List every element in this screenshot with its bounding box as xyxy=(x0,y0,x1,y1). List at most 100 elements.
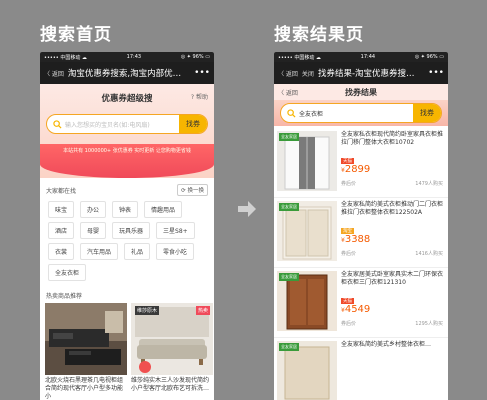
search-hero: 全友衣柜 找券 xyxy=(274,100,448,126)
results-list: 全友家居 全友家私衣柜现代简约卧室家具衣柜推拉门移门整体大衣柜10702 天猫 … xyxy=(274,126,448,400)
sales-count: 1295人购买 xyxy=(415,321,443,327)
search-results-screen: ••••• 中国移动 ☁ 17:44 ◎ ✦ 96% ▭ 〈 返回 关闭 找券结… xyxy=(274,52,448,400)
search-tag[interactable]: 全友衣柜 xyxy=(48,264,87,281)
hot-products-label: 热卖商品推荐 xyxy=(46,293,83,300)
search-tag[interactable]: 礼品 xyxy=(124,243,151,260)
result-title: 全友家私衣柜现代简约卧室家具衣柜推拉门移门整体大衣柜10702 xyxy=(341,131,444,146)
left-heading: 搜索首页 xyxy=(40,25,112,45)
product-grid: 北欧火烧石黑理茶几电视柜组合简约现代客厅小户型多功能小 维莎原木 热卖 维莎纯实… xyxy=(40,303,214,400)
search-tag[interactable]: 玩具乐器 xyxy=(112,222,151,239)
result-item[interactable]: 全友家居 全友家私简约美式乡村整体衣柜… xyxy=(274,338,448,400)
product-card[interactable]: 北欧火烧石黑理茶几电视柜组合简约现代客厅小户型多功能小 xyxy=(45,303,127,400)
product-card[interactable]: 维莎原木 热卖 维莎纯实木三人沙发现代简约小户型客厅北欧布艺可拆洗… xyxy=(131,303,213,400)
sales-count: 1416人购买 xyxy=(415,251,443,257)
product-image: 全友家居 xyxy=(277,201,337,261)
result-meta: 券后价 1295人购买 xyxy=(341,320,443,327)
result-info: 全友家居美式卧室家具实木二门环保衣柜衣柜三门衣柜121310 天猫 ¥4549 … xyxy=(337,271,445,334)
tv-cabinet-illustration xyxy=(45,303,127,375)
carrier-text: ••••• 中国移动 ☁ xyxy=(44,54,87,61)
search-tag[interactable]: 衣裳 xyxy=(48,243,75,260)
help-link[interactable]: ? 帮助 xyxy=(191,92,208,101)
result-title: 全友家私简约美式衣柜推动门二门衣柜推拉门衣柜整体衣柜122502A xyxy=(341,201,444,216)
search-tag[interactable]: 汽车用品 xyxy=(80,243,119,260)
product-image: 全友家居 xyxy=(277,271,337,331)
right-heading: 搜索结果页 xyxy=(274,25,364,45)
result-meta: 券后价 1416人购买 xyxy=(341,250,443,257)
status-bar: ••••• 中国移动 ☁ 17:43 ◎ ✦ 96% ▭ xyxy=(40,52,214,62)
search-icon xyxy=(287,108,296,118)
search-tag[interactable]: 味宝 xyxy=(48,201,75,218)
carrier-text: ••••• 中国移动 ☁ xyxy=(278,54,321,61)
result-price: ¥4549 xyxy=(341,304,371,315)
stats-text: 本站共有 1000000+ 张优惠券 实时更新 让您购物更省钱 xyxy=(63,148,191,154)
search-tag[interactable]: 三星S8+ xyxy=(156,222,195,239)
back-button[interactable]: 〈 返回 xyxy=(278,69,298,78)
brand-badge: 维莎原木 xyxy=(135,306,160,315)
product-description: 维莎纯实木三人沙发现代简约小户型客厅北欧布艺可拆洗… xyxy=(131,377,210,392)
coupon-label: 券后价 xyxy=(341,181,357,187)
search-tag[interactable]: 钟表 xyxy=(112,201,139,218)
search-tag[interactable]: 办公 xyxy=(80,201,107,218)
coupon-label: 券后价 xyxy=(341,321,357,327)
price-value: 4549 xyxy=(344,304,371,315)
price-value: 3388 xyxy=(344,234,371,245)
results-topbar: 〈 返回 找券结果 xyxy=(274,84,448,100)
result-item[interactable]: 全友家居 全友家居美式卧室家具实木二门环保衣柜衣柜三门衣柜121310 天猫 ¥… xyxy=(274,268,448,338)
result-title: 全友家私简约美式乡村整体衣柜… xyxy=(341,341,432,348)
result-title: 全友家居美式卧室家具实木二门环保衣柜衣柜三门衣柜121310 xyxy=(341,271,444,286)
nav-bar: 〈 返回 淘宝优惠券搜索,淘宝内部优… ••• xyxy=(40,62,214,84)
back-button[interactable]: 〈 返回 xyxy=(44,69,64,78)
more-menu-icon[interactable]: ••• xyxy=(428,68,444,78)
coupon-label: 券后价 xyxy=(341,251,357,257)
search-box: 输入您想买的宝贝名(如:电风扇) 找券 xyxy=(46,114,208,134)
search-input[interactable]: 全友衣柜 xyxy=(299,109,413,118)
battery-text: ◎ ✦ 96% ▭ xyxy=(180,54,210,60)
search-home-screen: ••••• 中国移动 ☁ 17:43 ◎ ✦ 96% ▭ 〈 返回 淘宝优惠券搜… xyxy=(40,52,214,400)
search-tag[interactable]: 零食小吃 xyxy=(156,243,195,260)
hot-badge: 热卖 xyxy=(195,306,210,315)
battery-text: ◎ ✦ 96% ▭ xyxy=(414,54,444,60)
nav-title: 淘宝优惠券搜索,淘宝内部优… xyxy=(67,69,182,79)
sales-count: 1479人购买 xyxy=(415,181,443,187)
find-coupon-button[interactable]: 找券 xyxy=(413,104,441,122)
page-title: 找券结果 xyxy=(345,87,377,97)
tag-cloud: 味宝 办公 钟表 情趣用品 酒店 母婴 玩具乐器 三星S8+ 衣裳 汽车用品 礼… xyxy=(40,199,214,283)
product-image: 全友家居 xyxy=(277,131,337,191)
close-button[interactable]: 关闭 xyxy=(302,69,314,78)
refresh-button[interactable]: ⟳ 换一换 xyxy=(177,184,208,196)
brand-badge: 全友家居 xyxy=(279,203,299,211)
brand-badge: 全友家居 xyxy=(279,133,299,141)
find-coupon-button[interactable]: 找券 xyxy=(179,115,207,133)
result-meta: 券后价 1479人购买 xyxy=(341,180,443,187)
result-info: 全友家私简约美式衣柜推动门二门衣柜推拉门衣柜整体衣柜122502A 淘宝 ¥33… xyxy=(337,201,445,264)
product-image xyxy=(45,303,127,375)
result-info: 全友家私衣柜现代简约卧室家具衣柜推拉门移门整体大衣柜10702 天猫 ¥2899… xyxy=(337,131,445,194)
search-tag[interactable]: 母婴 xyxy=(80,222,107,239)
page-title: 优惠券超级搜 xyxy=(101,94,153,104)
result-price: ¥3388 xyxy=(341,234,371,245)
popular-searches-header: 大家都在找 ⟳ 换一换 xyxy=(40,178,214,199)
more-menu-icon[interactable]: ••• xyxy=(194,68,210,78)
result-item[interactable]: 全友家居 全友家私简约美式衣柜推动门二门衣柜推拉门衣柜整体衣柜122502A 淘… xyxy=(274,198,448,268)
brand-badge: 全友家居 xyxy=(279,273,299,281)
brand-badge: 全友家居 xyxy=(279,343,299,351)
nav-bar: 〈 返回 关闭 找券结果-淘宝优惠券搜… ••• xyxy=(274,62,448,84)
nav-title: 找券结果-淘宝优惠券搜… xyxy=(317,69,415,79)
product-image: 维莎原木 热卖 xyxy=(131,303,213,375)
price-value: 2899 xyxy=(344,164,371,175)
product-description: 北欧火烧石黑理茶几电视柜组合简约现代客厅小户型多功能小 xyxy=(45,377,124,400)
result-item[interactable]: 全友家居 全友家私衣柜现代简约卧室家具衣柜推拉门移门整体大衣柜10702 天猫 … xyxy=(274,128,448,198)
results-back-button[interactable]: 〈 返回 xyxy=(278,88,298,97)
result-price: ¥2899 xyxy=(341,164,371,175)
search-tag[interactable]: 酒店 xyxy=(48,222,75,239)
time-text: 17:44 xyxy=(360,54,376,60)
search-tag[interactable]: 情趣用品 xyxy=(144,201,183,218)
time-text: 17:43 xyxy=(126,54,142,60)
search-box: 全友衣柜 找券 xyxy=(280,103,442,123)
status-bar: ••••• 中国移动 ☁ 17:44 ◎ ✦ 96% ▭ xyxy=(274,52,448,62)
popular-searches-label: 大家都在找 xyxy=(46,187,77,195)
search-input[interactable]: 输入您想买的宝贝名(如:电风扇) xyxy=(65,120,179,129)
product-image: 全友家居 xyxy=(277,341,337,400)
search-hero: 优惠券超级搜 ? 帮助 本站共有 1000000+ 张优惠券 实时更新 让您购物… xyxy=(40,84,214,178)
result-info: 全友家私简约美式乡村整体衣柜… xyxy=(337,341,445,400)
